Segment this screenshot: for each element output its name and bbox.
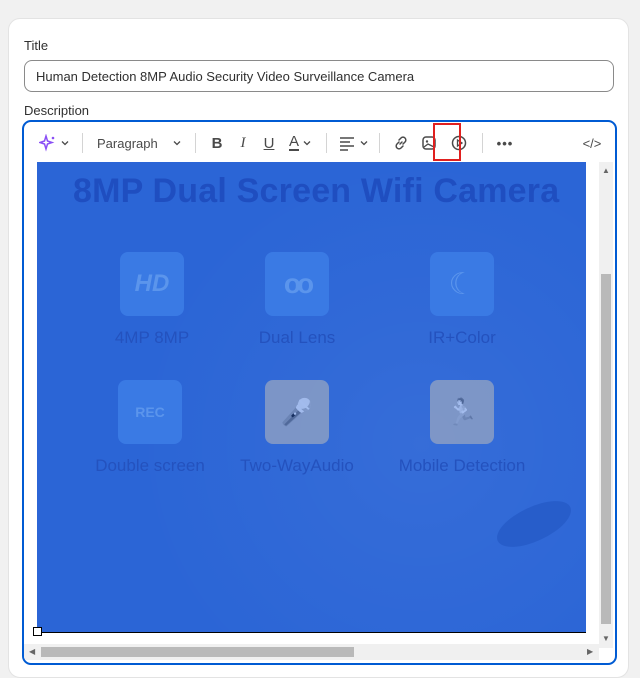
toolbar-divider [195,133,196,153]
paragraph-select[interactable]: Paragraph [91,129,187,157]
more-button[interactable]: ••• [491,129,519,157]
chevron-down-icon [360,141,368,146]
banner-title: 8MP Dual Screen Wifi Camera [73,172,560,210]
title-value: Human Detection 8MP Audio Security Video… [36,68,415,84]
feature-label: IR+Color [428,328,496,347]
horizontal-scroll-thumb[interactable] [41,647,354,657]
feature-dual-lens: oo Dual Lens [227,252,367,348]
resize-handle[interactable] [33,627,42,636]
scroll-down-icon[interactable]: ▼ [602,634,610,643]
feature-mobile-detection: 🏃 Mobile Detection [392,380,532,476]
hd-icon: HD [120,252,184,316]
feature-label: Mobile Detection [398,456,526,475]
chevron-down-icon [173,141,181,146]
chevron-down-icon [61,141,69,146]
description-label: Description [24,103,90,118]
underline-button[interactable]: U [256,129,282,157]
running-person-icon: 🏃 [430,380,494,444]
feature-label: Double screen [95,456,205,475]
more-label: ••• [496,135,514,151]
title-input[interactable]: Human Detection 8MP Audio Security Video… [24,60,614,92]
rec-screen-icon: REC [118,380,182,444]
align-button[interactable] [335,129,371,157]
decorative-leaf [490,491,578,557]
feature-ir-color: ☾ IR+Color [392,252,532,348]
image-selection-border [37,632,586,633]
paragraph-label: Paragraph [97,135,158,151]
bold-button[interactable]: B [204,129,230,157]
italic-button[interactable]: I [230,129,256,157]
microphone-icon: 🎤 [265,380,329,444]
dual-lens-icon: oo [265,252,329,316]
show-html-button[interactable]: </> [575,129,609,157]
feature-label: Dual Lens [258,328,336,347]
scroll-right-icon[interactable]: ▶ [587,647,593,656]
code-label: </> [582,135,602,151]
link-icon [395,136,407,150]
text-color-label: A [288,133,299,151]
selected-product-image[interactable]: 8MP Dual Screen Wifi Camera HD 4MP 8MP o… [37,162,586,632]
bold-label: B [211,134,223,152]
moon-icon: ☾ [430,252,494,316]
toolbar-divider [379,133,380,153]
feature-double-screen: REC Double screen [80,380,220,476]
scroll-left-icon[interactable]: ◀ [29,647,35,656]
align-left-icon [340,137,354,151]
ai-generate-button[interactable] [34,129,74,157]
feature-label: Two-WayAudio [240,456,354,475]
underline-label: U [263,134,275,152]
link-button[interactable] [388,129,414,157]
toolbar-divider [326,133,327,153]
toolbar-divider [482,133,483,153]
image-button-highlight [433,123,461,161]
feature-two-way-audio: 🎤 Two-WayAudio [227,380,367,476]
vertical-scroll-thumb[interactable] [601,274,611,624]
scroll-up-icon[interactable]: ▲ [602,166,610,175]
description-editor[interactable]: Paragraph B I U A ••• </> 8MP Dual Scree… [22,120,617,665]
feature-4mp-8mp: HD 4MP 8MP [82,252,222,348]
italic-label: I [240,134,246,151]
title-label: Title [24,38,49,53]
chevron-down-icon [303,141,311,146]
toolbar-divider [82,133,83,153]
sparkle-icon [39,134,55,152]
feature-label: 4MP 8MP [114,328,190,347]
vertical-scrollbar[interactable]: ▲ ▼ [599,162,613,648]
editor-toolbar: Paragraph B I U A ••• </> [24,122,615,164]
horizontal-scrollbar[interactable]: ◀ ▶ [24,644,599,660]
text-color-button[interactable]: A [282,129,318,157]
